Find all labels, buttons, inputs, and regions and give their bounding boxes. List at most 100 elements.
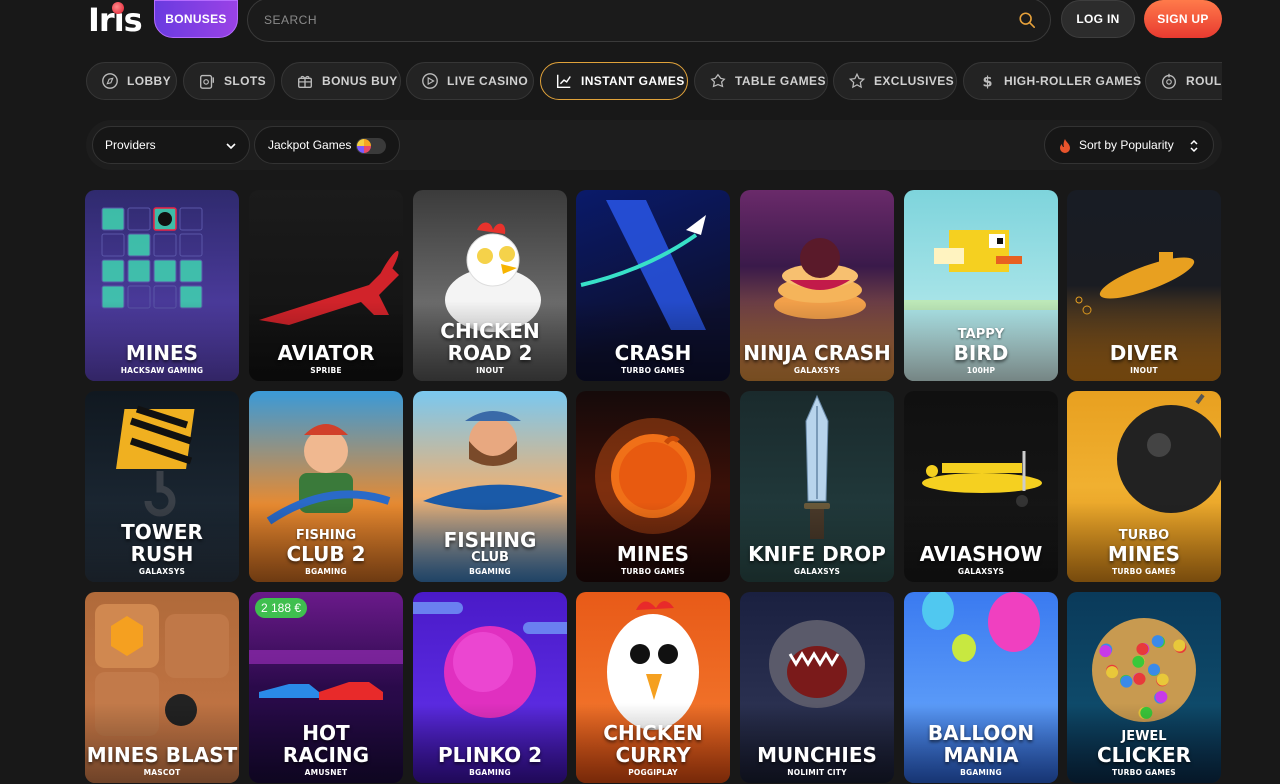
game-titles: TOWER RUSH GALAXSYS	[85, 521, 239, 578]
login-button[interactable]: LOG IN	[1061, 0, 1135, 38]
roulette-icon	[1162, 73, 1176, 89]
game-titles: CHICKEN ROAD 2 INOUT	[413, 320, 567, 377]
game-card[interactable]: TOWER RUSH GALAXSYS	[85, 391, 239, 582]
game-card[interactable]: CRASH TURBO GAMES	[576, 190, 730, 381]
play-circle-icon	[422, 73, 438, 89]
game-card[interactable]: TURBO MINES TURBO GAMES	[1067, 391, 1221, 582]
game-title-prefix: JEWEL	[1121, 729, 1167, 744]
game-provider: 100HP	[966, 366, 996, 375]
game-titles: AVIASHOW GALAXSYS	[904, 543, 1058, 578]
game-provider: SPRIBE	[310, 366, 342, 375]
game-card[interactable]: KNIFE DROP GALAXSYS	[740, 391, 894, 582]
game-title: MINES	[1107, 542, 1181, 566]
game-card[interactable]: CHICKEN CURRY POGGIPLAY	[576, 592, 730, 783]
game-titles: TAPPY BIRD 100HP	[904, 328, 1058, 377]
game-title: KNIFE DROP	[748, 542, 886, 566]
game-titles: BALLOON MANIA BGAMING	[904, 722, 1058, 779]
game-title: FISHING	[443, 528, 537, 552]
search-icon[interactable]	[1018, 11, 1036, 29]
jackpot-label: Jackpot Games	[268, 138, 352, 152]
game-title-suffix: CLUB	[471, 550, 509, 565]
tab-label: ROULE	[1186, 74, 1222, 88]
tab-label: TABLE GAMES	[735, 74, 826, 88]
game-card[interactable]: FISHING CLUB BGAMING	[413, 391, 567, 582]
providers-dropdown[interactable]: Providers	[92, 126, 250, 164]
game-provider: INOUT	[1130, 366, 1158, 375]
tab-high-roller-games[interactable]: $ HIGH-ROLLER GAMES	[963, 62, 1141, 100]
game-card[interactable]: NINJA CRASH GALAXSYS	[740, 190, 894, 381]
game-titles: NINJA CRASH GALAXSYS	[740, 342, 894, 377]
game-title: DIVER	[1109, 341, 1179, 365]
game-titles: FISHING CLUB 2 BGAMING	[249, 529, 403, 578]
game-provider: TURBO GAMES	[1112, 768, 1176, 777]
game-card[interactable]: MINES HACKSAW GAMING	[85, 190, 239, 381]
tab-label: SLOTS	[224, 74, 267, 88]
game-titles: KNIFE DROP GALAXSYS	[740, 543, 894, 578]
bonuses-button[interactable]: BONUSES	[154, 0, 238, 38]
game-card[interactable]: BALLOON MANIA BGAMING	[904, 592, 1058, 783]
game-title: MINES BLAST	[86, 743, 238, 767]
game-provider: NOLIMIT CITY	[787, 768, 847, 777]
search-input[interactable]	[264, 9, 964, 31]
tab-label: LIVE CASINO	[447, 74, 529, 88]
tab-instant-games[interactable]: INSTANT GAMES	[540, 62, 688, 100]
sort-dropdown[interactable]: Sort by Popularity	[1044, 126, 1214, 164]
game-provider: BGAMING	[469, 768, 511, 777]
jackpot-games-filter: Jackpot Games	[254, 126, 400, 164]
game-provider: GALAXSYS	[793, 366, 841, 375]
tab-lobby[interactable]: LOBBY	[86, 62, 177, 100]
game-card[interactable]: MINES TURBO GAMES	[576, 391, 730, 582]
game-titles: PLINKO 2 BGAMING	[413, 744, 567, 779]
sort-arrows-icon	[1190, 139, 1198, 153]
game-provider: HACKSAW GAMING	[120, 366, 204, 375]
tab-table-games[interactable]: TABLE GAMES	[694, 62, 828, 100]
game-provider: BGAMING	[305, 567, 347, 576]
gift-icon	[298, 75, 312, 88]
game-provider: TURBO GAMES	[621, 366, 685, 375]
game-provider: AMUSNET	[304, 768, 348, 777]
game-card[interactable]: AVIASHOW GALAXSYS	[904, 391, 1058, 582]
game-card[interactable]: DIVER INOUT	[1067, 190, 1221, 381]
jackpot-toggle[interactable]	[356, 138, 386, 154]
star-icon	[848, 72, 866, 89]
tab-label: INSTANT GAMES	[581, 74, 685, 88]
game-card[interactable]: HOT RACING AMUSNET 2 188 €	[249, 592, 403, 783]
signup-button[interactable]: SIGN UP	[1144, 0, 1222, 38]
site-logo[interactable]: Iris	[88, 2, 143, 36]
game-card[interactable]: CHICKEN ROAD 2 INOUT	[413, 190, 567, 381]
game-provider: MASCOT	[143, 768, 181, 777]
game-title: CRASH	[614, 341, 692, 365]
tab-slots[interactable]: SLOTS	[183, 62, 275, 100]
game-card[interactable]: FISHING CLUB 2 BGAMING	[249, 391, 403, 582]
tab-roulette[interactable]: ROULE	[1145, 62, 1222, 100]
fire-icon	[1060, 139, 1070, 153]
jackpot-badge: 2 188 €	[255, 598, 308, 618]
game-titles: MUNCHIES NOLIMIT CITY	[740, 744, 894, 779]
tab-exclusives[interactable]: EXCLUSIVES	[833, 62, 957, 100]
game-title: MINES	[125, 341, 199, 365]
game-title: BALLOON MANIA	[927, 721, 1035, 767]
game-title: AVIATOR	[277, 341, 375, 365]
game-titles: MINES TURBO GAMES	[576, 543, 730, 578]
tab-label: BONUS BUY	[322, 74, 398, 88]
game-card[interactable]: JEWEL CLICKER TURBO GAMES	[1067, 592, 1221, 783]
tab-live-casino[interactable]: LIVE CASINO	[406, 62, 534, 100]
game-title: TOWER RUSH	[121, 520, 203, 566]
game-title: BIRD	[953, 341, 1009, 365]
game-card[interactable]: MUNCHIES NOLIMIT CITY	[740, 592, 894, 783]
game-titles: DIVER INOUT	[1067, 342, 1221, 377]
game-titles: AVIATOR SPRIBE	[249, 342, 403, 377]
tab-label: EXCLUSIVES	[874, 74, 955, 88]
game-provider: TURBO GAMES	[1112, 567, 1176, 576]
chevron-down-icon	[226, 143, 236, 150]
game-card[interactable]: TAPPY BIRD 100HP	[904, 190, 1058, 381]
game-title-prefix: FISHING	[295, 528, 357, 543]
tab-bonus-buy[interactable]: BONUS BUY	[281, 62, 401, 100]
game-titles: CHICKEN CURRY POGGIPLAY	[576, 722, 730, 779]
game-card[interactable]: MINES BLAST MASCOT	[85, 592, 239, 783]
game-title: HOT RACING	[282, 721, 370, 767]
game-card[interactable]: AVIATOR SPRIBE	[249, 190, 403, 381]
game-provider: INOUT	[476, 366, 504, 375]
game-title: NINJA CRASH	[743, 341, 891, 365]
game-card[interactable]: PLINKO 2 BGAMING	[413, 592, 567, 783]
